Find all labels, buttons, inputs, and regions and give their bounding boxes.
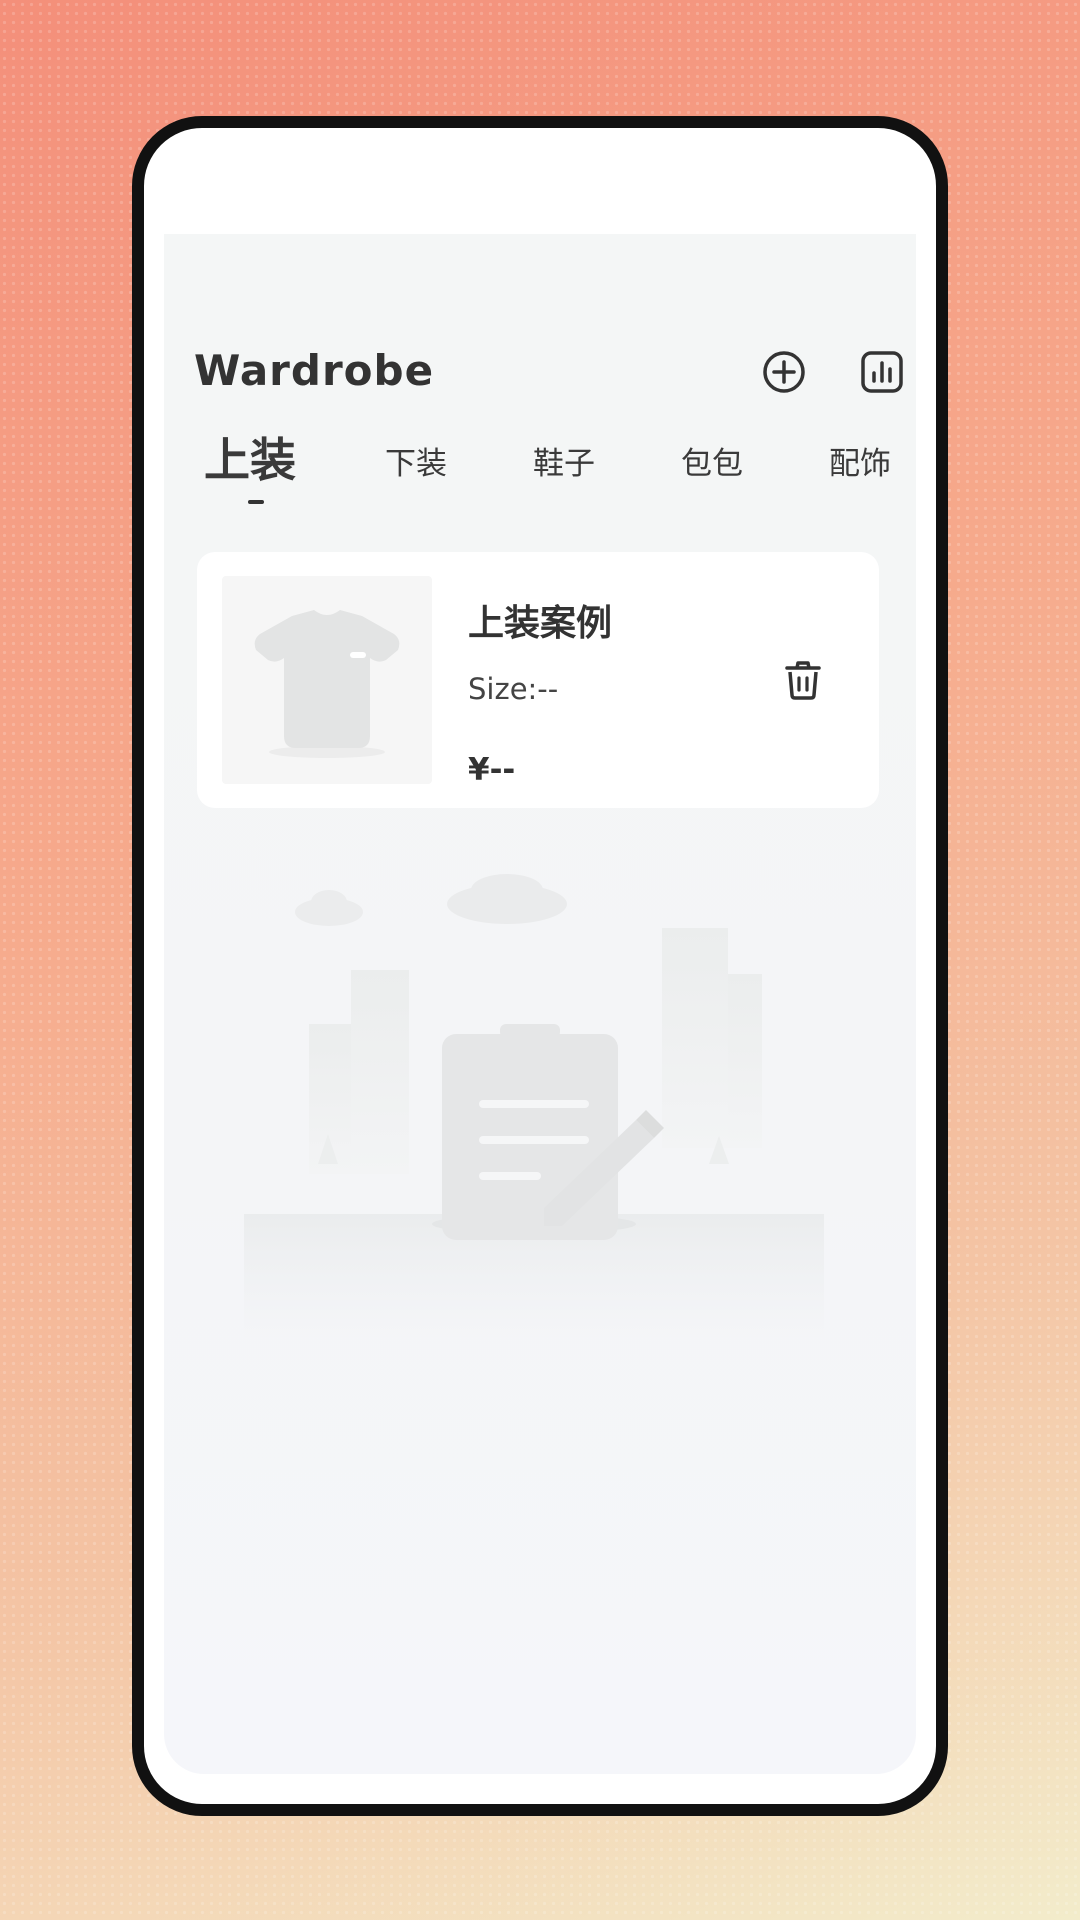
category-tabs: 上装 下装 鞋子 包包 配饰 bbox=[204, 432, 904, 532]
item-price: ¥-- bbox=[468, 752, 516, 788]
trash-icon bbox=[785, 661, 821, 700]
app-header: Wardrobe bbox=[194, 344, 903, 404]
tab-accessories[interactable]: 配饰 bbox=[829, 438, 891, 483]
tshirt-icon bbox=[254, 610, 400, 758]
statistics-button[interactable] bbox=[854, 344, 910, 400]
app-logo: Wardrobe bbox=[194, 346, 435, 395]
tab-shoes[interactable]: 鞋子 bbox=[533, 438, 595, 483]
item-thumbnail bbox=[222, 576, 432, 784]
clothing-item-card[interactable]: 上装案例 Size:-- ¥-- bbox=[197, 552, 879, 808]
item-size: Size:-- bbox=[468, 672, 559, 706]
clipboard-edit-icon bbox=[244, 874, 824, 1344]
phone-frame: Wardrobe 上装 下装 鞋子 包包 配饰 上装案例 Size:-- ¥-- bbox=[132, 116, 948, 1816]
app-screen: Wardrobe 上装 下装 鞋子 包包 配饰 上装案例 Size:-- ¥-- bbox=[164, 234, 916, 1774]
active-tab-indicator bbox=[248, 500, 264, 504]
empty-state-illustration bbox=[244, 874, 824, 1434]
tab-bags[interactable]: 包包 bbox=[681, 438, 743, 483]
tab-bottoms[interactable]: 下装 bbox=[385, 438, 447, 483]
item-name: 上装案例 bbox=[468, 603, 613, 644]
delete-item-button[interactable] bbox=[777, 654, 829, 706]
bar-chart-icon bbox=[861, 351, 903, 393]
plus-circle-icon bbox=[763, 351, 805, 393]
add-item-button[interactable] bbox=[756, 344, 812, 400]
tab-tops[interactable]: 上装 bbox=[204, 424, 296, 490]
